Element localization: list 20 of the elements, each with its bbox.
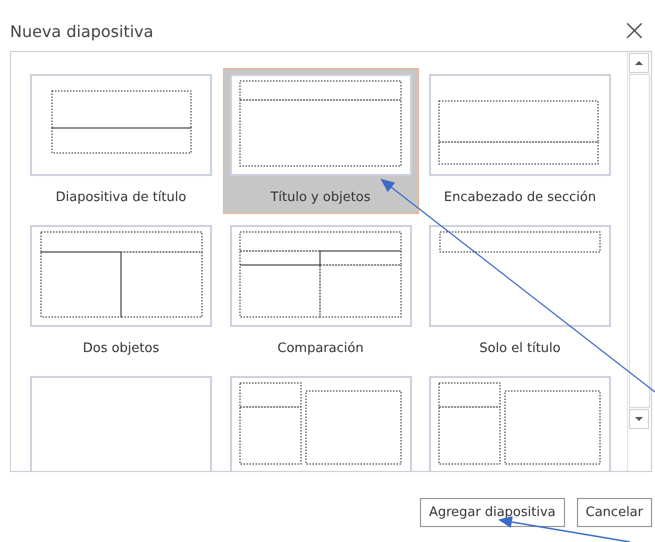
close-button[interactable]: × <box>616 16 653 46</box>
layout-tile[interactable]: Dos objetos <box>23 219 219 365</box>
layout-label: Título y objetos <box>270 190 371 205</box>
cancel-button[interactable]: Cancelar <box>576 498 652 527</box>
layout-tile[interactable]: Comparación <box>222 219 418 365</box>
layout-label: Encabezado de sección <box>444 190 596 205</box>
scroll-up-icon[interactable] <box>629 53 649 73</box>
layout-tile[interactable]: Solo el título <box>422 219 618 365</box>
layout-label: Diapositiva de título <box>56 190 186 205</box>
scrollbar-thumb[interactable] <box>629 74 650 408</box>
scrollbar[interactable] <box>627 52 651 471</box>
layout-tile[interactable]: Diapositiva de título <box>23 68 219 214</box>
layout-tile[interactable]: Título y objetos <box>222 68 418 214</box>
layout-label: Comparación <box>277 341 364 356</box>
layout-label: Solo el título <box>479 341 561 356</box>
layout-tile[interactable]: Encabezado de sección <box>422 68 618 214</box>
add-slide-button[interactable]: Agregar diapositiva <box>420 498 565 527</box>
layout-label: Dos objetos <box>82 341 160 356</box>
dialog-title: Nueva diapositiva <box>10 22 154 40</box>
scroll-down-icon[interactable] <box>629 409 649 429</box>
